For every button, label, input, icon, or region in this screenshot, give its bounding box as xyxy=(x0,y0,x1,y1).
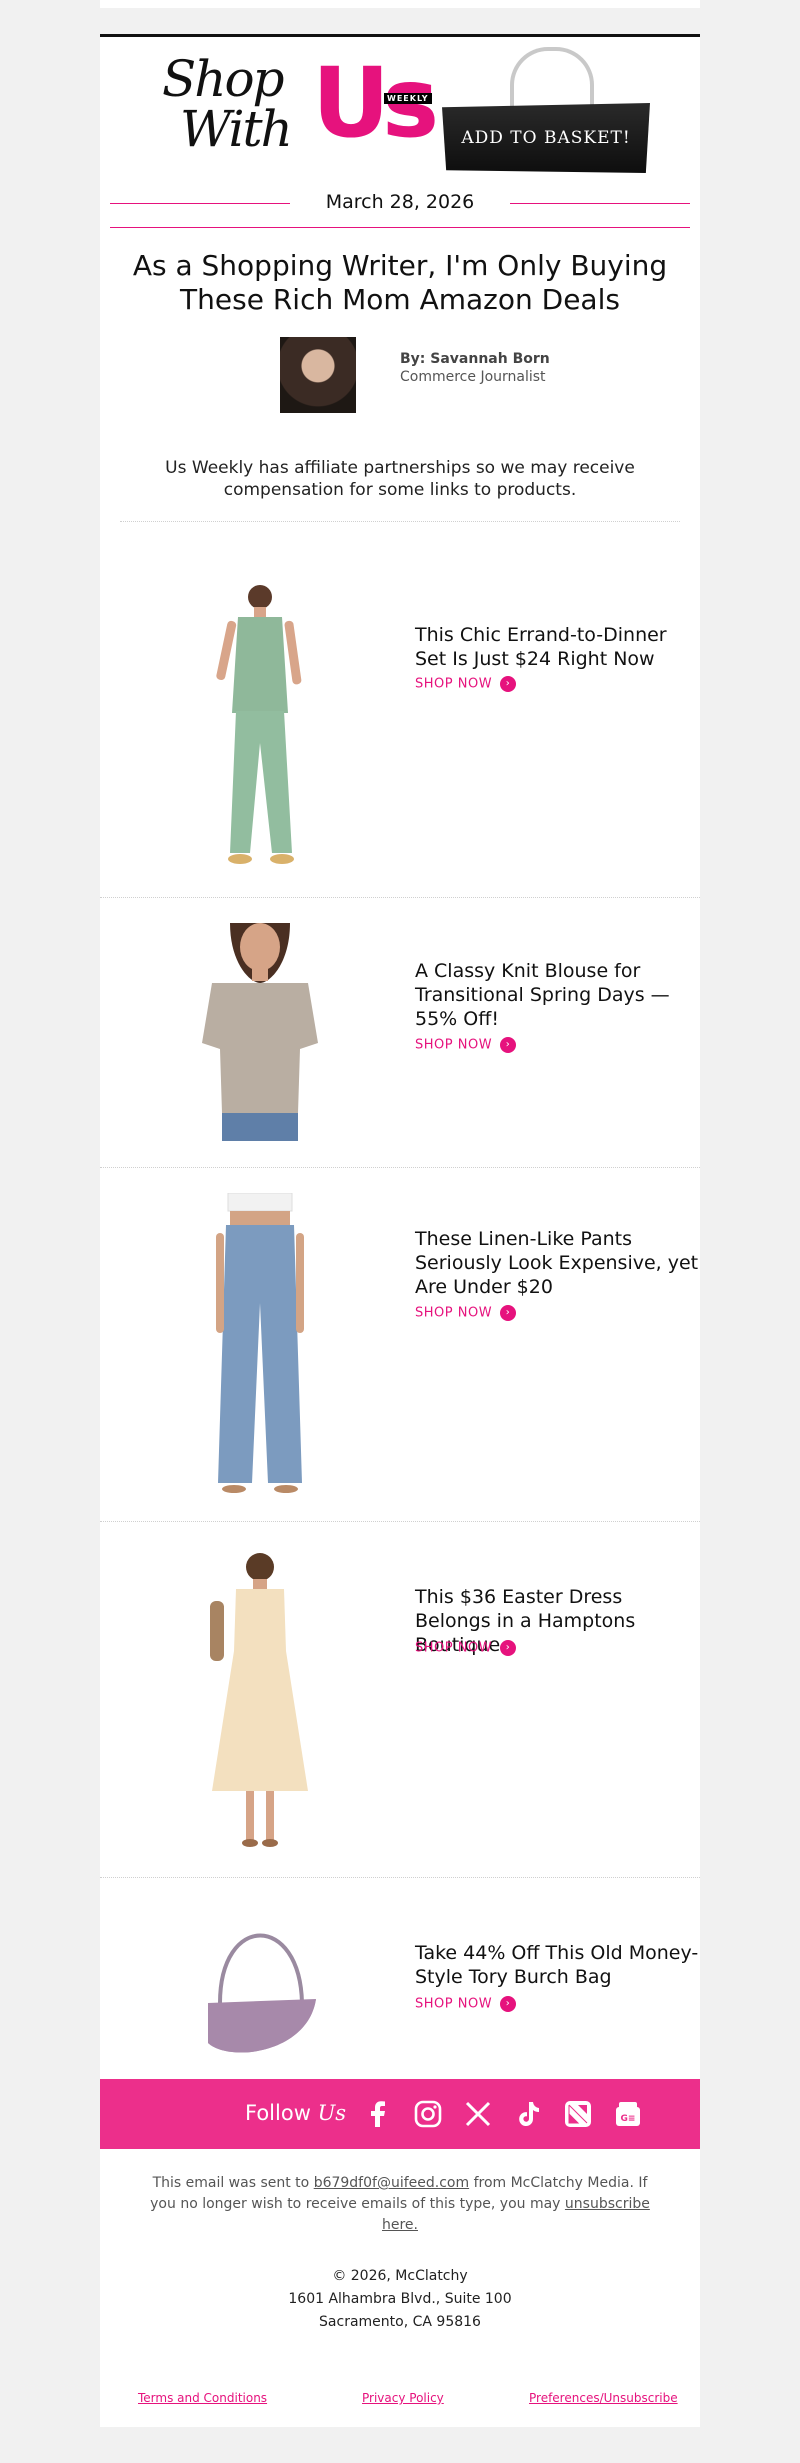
note-text: This email was sent to xyxy=(152,2175,310,2191)
footer-note: This email was sent to b679df0f@uifeed.c… xyxy=(140,2173,660,2236)
shop-now-link[interactable]: SHOP NOW › xyxy=(415,1037,517,1053)
date-line: March 28, 2026 xyxy=(100,187,700,223)
bag-body: ADD TO BASKET! xyxy=(442,103,650,173)
affiliate-disclaimer: Us Weekly has affiliate partnerships so … xyxy=(165,458,635,500)
terms-link[interactable]: Terms and Conditions xyxy=(138,2391,267,2405)
shop-now-link[interactable]: SHOP NOW › xyxy=(415,1996,517,2012)
product-item: Take 44% Off This Old Money-Style Tory B… xyxy=(100,1877,700,2092)
preferences-link[interactable]: Preferences/Unsubscribe xyxy=(529,2391,678,2405)
tiktok-icon[interactable] xyxy=(514,2100,542,2128)
copyright: © 2026, McClatchy xyxy=(332,2268,468,2284)
follow-us-bar: Follow Us G≡ xyxy=(100,2079,700,2149)
product-title[interactable]: These Linen-Like Pants Seriously Look Ex… xyxy=(415,1227,700,1299)
chevron-right-icon: › xyxy=(500,1996,517,2012)
author-block: By: Savannah Born Commerce Journalist xyxy=(280,337,580,413)
follow-label-us: Us xyxy=(317,2101,347,2125)
facebook-icon[interactable] xyxy=(364,2100,392,2128)
email-header: Shop With Us WEEKLY ADD TO BASKET! xyxy=(100,37,700,187)
shop-now-label: SHOP NOW xyxy=(415,1996,493,2012)
follow-label-text: Follow xyxy=(245,2101,311,2125)
product-image-tory-burch-bag[interactable] xyxy=(190,1903,330,2069)
headline[interactable]: As a Shopping Writer, I'm Only Buying Th… xyxy=(120,249,680,317)
shop-now-label: SHOP NOW xyxy=(415,676,493,692)
apple-news-icon[interactable] xyxy=(564,2100,592,2128)
add-to-basket-label: ADD TO BASKET! xyxy=(461,128,631,148)
product-title[interactable]: This Chic Errand-to-Dinner Set Is Just $… xyxy=(415,623,700,671)
recipient-email-link[interactable]: b679df0f@uifeed.com xyxy=(314,2175,469,2191)
product-item: This Chic Errand-to-Dinner Set Is Just $… xyxy=(100,523,700,898)
address-line: Sacramento, CA 95816 xyxy=(319,2314,481,2330)
logo-with-text: With xyxy=(180,100,293,158)
product-title[interactable]: A Classy Knit Blouse for Transitional Sp… xyxy=(415,959,700,1031)
shop-now-label: SHOP NOW xyxy=(415,1037,493,1053)
date-rule-right xyxy=(510,203,690,204)
product-item: A Classy Knit Blouse for Transitional Sp… xyxy=(100,897,700,1168)
product-image-linen-pants[interactable] xyxy=(190,1193,330,1495)
google-news-icon[interactable]: G≡ xyxy=(614,2100,642,2128)
svg-text:G≡: G≡ xyxy=(621,2114,636,2124)
add-to-basket-bag[interactable]: ADD TO BASKET! xyxy=(442,47,654,179)
instagram-icon[interactable] xyxy=(414,2100,442,2128)
footer-address: © 2026, McClatchy 1601 Alhambra Blvd., S… xyxy=(100,2265,700,2334)
follow-us-label: Follow Us xyxy=(245,2101,346,2125)
header-divider xyxy=(110,227,690,228)
product-title[interactable]: Take 44% Off This Old Money-Style Tory B… xyxy=(415,1941,700,1989)
product-image-knit-blouse[interactable] xyxy=(190,923,330,1141)
top-strip xyxy=(100,0,700,8)
author-avatar xyxy=(280,337,356,413)
shop-now-link[interactable]: SHOP NOW › xyxy=(415,1305,517,1321)
product-image-easter-dress[interactable] xyxy=(190,1551,330,1851)
email-body: Shop With Us WEEKLY ADD TO BASKET! March… xyxy=(100,34,700,2427)
shop-now-link[interactable]: SHOP NOW › xyxy=(415,676,517,692)
shop-now-link[interactable]: SHOP NOW › xyxy=(415,1640,517,1656)
privacy-link[interactable]: Privacy Policy xyxy=(362,2391,444,2405)
product-item: This $36 Easter Dress Belongs in a Hampt… xyxy=(100,1521,700,1878)
chevron-right-icon: › xyxy=(500,676,517,692)
product-image-green-set[interactable] xyxy=(190,583,330,873)
shop-now-label: SHOP NOW xyxy=(415,1305,493,1321)
product-item: These Linen-Like Pants Seriously Look Ex… xyxy=(100,1167,700,1522)
author-role: Commerce Journalist xyxy=(400,369,546,385)
x-icon[interactable] xyxy=(464,2100,492,2128)
chevron-right-icon: › xyxy=(500,1037,517,1053)
author-name: By: Savannah Born xyxy=(400,351,550,367)
divider xyxy=(120,521,680,522)
shop-with-us-logo[interactable]: Shop With Us WEEKLY xyxy=(162,50,439,173)
issue-date: March 28, 2026 xyxy=(325,191,475,213)
chevron-right-icon: › xyxy=(500,1305,517,1321)
address-line: 1601 Alhambra Blvd., Suite 100 xyxy=(288,2291,512,2307)
logo-weekly-badge: WEEKLY xyxy=(384,93,432,104)
footer-links: Terms and Conditions Privacy Policy Pref… xyxy=(100,2391,700,2411)
chevron-right-icon: › xyxy=(500,1640,517,1656)
shop-now-label: SHOP NOW xyxy=(415,1640,493,1656)
logo-shop-text: Shop xyxy=(162,50,285,108)
